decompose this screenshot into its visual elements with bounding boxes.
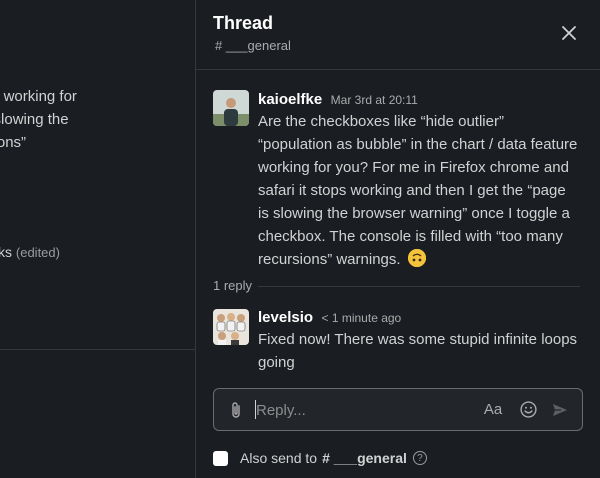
close-thread-button[interactable] xyxy=(556,20,582,46)
thread-channel-link[interactable]: # ___general xyxy=(215,38,291,53)
also-send-label: Also send to xyxy=(240,450,318,466)
channel-message-fragment-text: ks xyxy=(0,244,12,260)
attach-button[interactable] xyxy=(224,389,248,430)
emoji-button[interactable] xyxy=(516,389,540,430)
reply-composer: Aa xyxy=(213,388,583,431)
channel-edited-message: ks (edited) xyxy=(0,244,60,260)
upside-down-face-icon xyxy=(407,249,426,267)
paperclip-icon xyxy=(232,401,240,418)
thread-pane: Thread # ___general kaioelfke Mar 3rd at… xyxy=(196,0,600,478)
formatting-label: Aa xyxy=(483,401,503,418)
channel-message-fragment: / data feature working for the “page is … xyxy=(0,85,171,154)
formatting-button[interactable]: Aa xyxy=(480,389,506,430)
channel-message-line: many recursions” xyxy=(0,134,27,151)
also-send-option: Also send to # ___general ? xyxy=(213,449,427,467)
also-send-channel: # ___general xyxy=(322,450,407,466)
message-text: Are the checkboxes like “hide outlier” “… xyxy=(258,113,578,268)
edited-label: (edited) xyxy=(15,245,60,260)
also-send-checkbox[interactable] xyxy=(213,450,228,466)
reply-count: 1 reply xyxy=(213,278,253,293)
message-text: Fixed now! There was some stupid infinit… xyxy=(258,331,578,371)
send-icon xyxy=(553,403,567,416)
message-timestamp[interactable]: < 1 minute ago xyxy=(322,311,402,325)
thread-title: Thread xyxy=(213,13,274,33)
message-author[interactable]: kaioelfke xyxy=(258,91,322,108)
send-button[interactable] xyxy=(548,389,572,430)
channel-message-line: the “page is slowing the xyxy=(0,111,69,128)
message-timestamp[interactable]: Mar 3rd at 20:11 xyxy=(331,93,418,107)
message-author[interactable]: levelsio xyxy=(258,309,313,326)
help-icon[interactable]: ? xyxy=(412,451,427,465)
channel-pane: / data feature working for the “page is … xyxy=(0,0,195,478)
reply-input[interactable] xyxy=(256,399,466,421)
emoji-icon xyxy=(519,401,537,418)
close-icon xyxy=(562,26,576,40)
avatar[interactable] xyxy=(213,309,249,345)
channel-message-line: / data feature working for xyxy=(0,88,77,105)
avatar[interactable] xyxy=(213,90,249,126)
thread-header: Thread # ___general xyxy=(196,0,600,70)
reply-divider xyxy=(258,286,580,287)
divider xyxy=(0,349,195,350)
